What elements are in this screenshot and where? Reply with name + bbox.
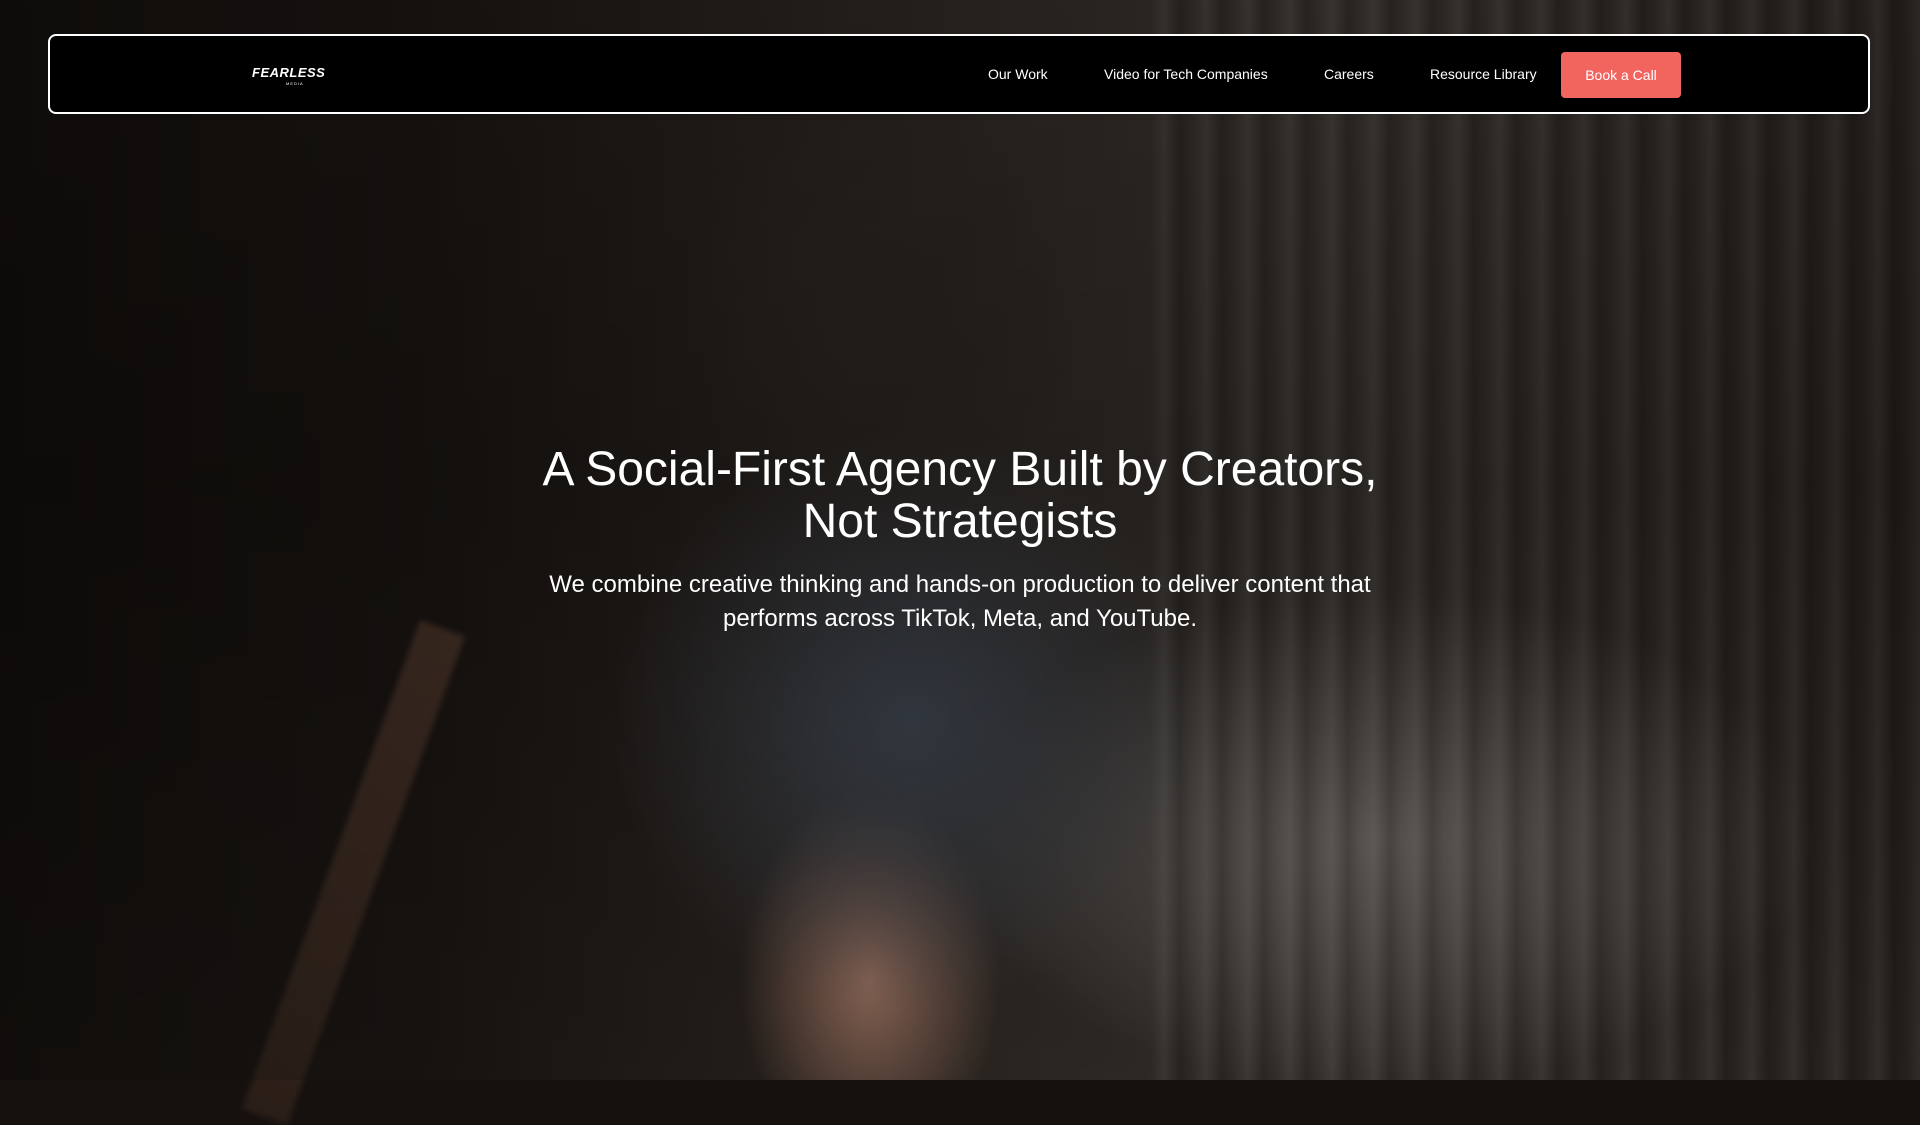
hero-subtitle-line-1: We combine creative thinking and hands-o… bbox=[549, 571, 1371, 598]
navbar: FEARLESS MEDIA Our Work Video for Tech C… bbox=[48, 34, 1870, 114]
hero-title: A Social-First Agency Built by Creators,… bbox=[460, 444, 1460, 548]
logo-wordmark: FEARLESS bbox=[252, 65, 326, 80]
book-a-call-label: Book a Call bbox=[1585, 67, 1657, 83]
book-a-call-button[interactable]: Book a Call bbox=[1561, 52, 1681, 98]
hero-subtitle: We combine creative thinking and hands-o… bbox=[510, 568, 1410, 636]
nav-link-our-work[interactable]: Our Work bbox=[988, 66, 1048, 82]
logo[interactable]: FEARLESS MEDIA bbox=[252, 65, 352, 87]
nav-link-video-for-tech-companies[interactable]: Video for Tech Companies bbox=[1104, 66, 1268, 82]
hero-subtitle-line-2: performs across TikTok, Meta, and YouTub… bbox=[722, 605, 1197, 632]
nav-link-resource-library[interactable]: Resource Library bbox=[1430, 66, 1537, 82]
hero-title-line-2: Not Strategists bbox=[802, 495, 1118, 548]
logo-subtext: MEDIA bbox=[286, 81, 304, 86]
nav-link-careers[interactable]: Careers bbox=[1324, 66, 1374, 82]
hero-title-line-1: A Social-First Agency Built by Creators, bbox=[542, 443, 1378, 496]
